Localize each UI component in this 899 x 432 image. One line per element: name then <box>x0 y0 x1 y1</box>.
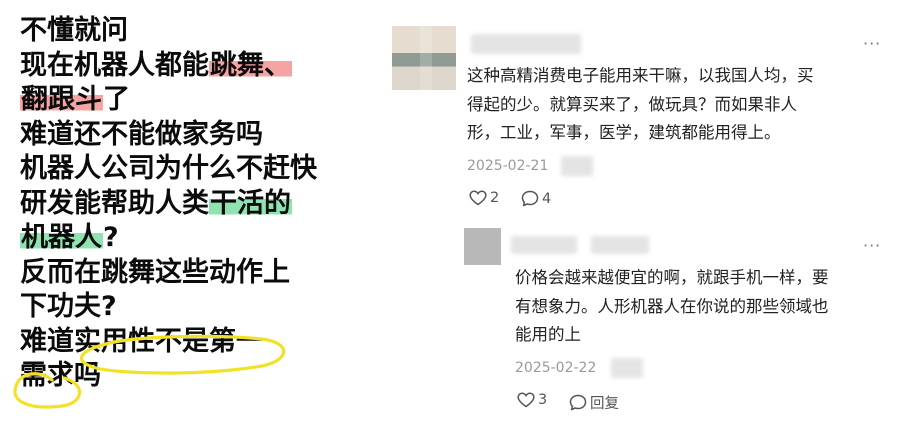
reply-text-line: 价格会越来越便宜的啊，就跟手机一样，要 <box>515 268 829 287</box>
comment-thread: ··· 这种高精消费电子能用来干嘛，以我国人均，买 得起的少。就算买来了，做玩具… <box>385 0 899 432</box>
highlight-red: 翻跟斗 <box>20 84 103 115</box>
line-text: 难道还不能做家务吗 <box>20 118 263 150</box>
heart-icon <box>469 190 487 206</box>
like-button[interactable]: 3 <box>517 392 547 408</box>
location-blurred <box>611 358 643 378</box>
highlight-green: 机器人 <box>20 222 103 253</box>
line-text: 下功夫? <box>20 291 117 322</box>
question-line-3: 翻跟斗了 <box>20 83 380 118</box>
reply-button[interactable]: 回复 <box>569 392 619 413</box>
comment-bubble-icon <box>569 394 587 411</box>
line-text: 需求吗 <box>20 360 101 391</box>
more-dots-icon[interactable]: ··· <box>863 34 881 53</box>
comment-button[interactable]: 4 <box>521 190 551 207</box>
comment-bubble-icon <box>521 190 539 207</box>
reply-timestamp: 2025-02-22 <box>515 360 597 376</box>
reply-text: 价格会越来越便宜的啊，就跟手机一样，要 有想象力。人形机器人在你说的那些领域也 … <box>515 264 829 350</box>
question-line-4: 难道还不能做家务吗 <box>20 118 380 153</box>
question-line-9: 下功夫? <box>20 290 380 325</box>
highlight-red: 跳舞、 <box>209 49 292 81</box>
username-blurred[interactable] <box>511 236 577 254</box>
avatar[interactable] <box>392 26 456 90</box>
comment-text: 这种高精消费电子能用来干嘛，以我国人均，买 得起的少。就算买来了，做玩具？而如果… <box>467 62 814 148</box>
line-text: 研发能帮助人类 <box>20 187 209 219</box>
question-text: 不懂就问 现在机器人都能跳舞、 翻跟斗了 难道还不能做家务吗 机器人公司为什么不… <box>20 14 380 394</box>
comment-timestamp: 2025-02-21 <box>467 158 549 174</box>
question-line-2: 现在机器人都能跳舞、 <box>20 49 380 84</box>
like-count: 3 <box>538 392 548 408</box>
heart-icon <box>517 392 535 408</box>
like-button[interactable]: 2 <box>469 190 499 206</box>
more-dots-icon[interactable]: ··· <box>863 236 881 255</box>
avatar[interactable] <box>464 228 501 265</box>
line-text: 现在机器人都能 <box>20 49 209 81</box>
like-count: 2 <box>490 190 500 206</box>
line-text: 了 <box>103 84 130 115</box>
comment-text-line: 这种高精消费电子能用来干嘛，以我国人均，买 <box>467 66 814 85</box>
comment-text-line: 形，工业，军事，医学，建筑都能用得上。 <box>467 123 781 142</box>
line-text: 不懂就问 <box>20 15 128 46</box>
question-line-8: 反而在跳舞这些动作上 <box>20 256 380 291</box>
reply-count: 4 <box>542 190 552 207</box>
reply-label: 回复 <box>590 396 619 412</box>
question-line-11: 需求吗 <box>20 359 380 394</box>
location-blurred <box>561 156 593 176</box>
highlight-green: 干活的 <box>209 187 292 219</box>
username-blurred[interactable] <box>591 236 649 254</box>
reply-text-line: 能用的上 <box>515 325 581 344</box>
reply-text-line: 有想象力。人形机器人在你说的那些领域也 <box>515 296 829 316</box>
line-text: 反而在跳舞这些动作上 <box>20 256 290 288</box>
comment-text-line: 得起的少。就算买来了，做玩具？而如果非人 <box>467 94 797 114</box>
question-line-10: 难道实用性不是第一 <box>20 325 380 360</box>
question-line-7: 机器人? <box>20 221 380 256</box>
line-text: 机器人公司为什么不赶快 <box>20 153 317 184</box>
question-line-1: 不懂就问 <box>20 14 380 49</box>
username-blurred[interactable] <box>471 34 581 54</box>
line-text: ? <box>103 222 119 253</box>
line-text: 难道实用性不是第一 <box>20 325 263 357</box>
question-line-5: 机器人公司为什么不赶快 <box>20 152 380 187</box>
question-line-6: 研发能帮助人类干活的 <box>20 187 380 222</box>
